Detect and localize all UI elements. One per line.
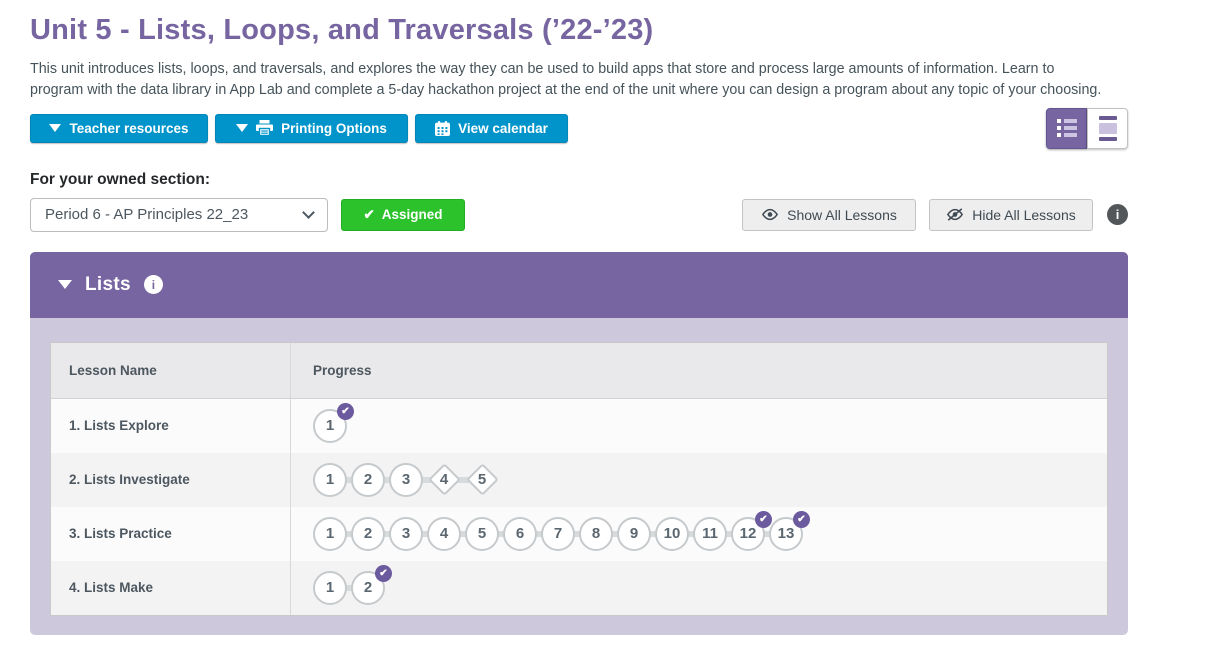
hide-all-lessons-label: Hide All Lessons [972, 207, 1076, 223]
level-bubble[interactable]: 6 [503, 517, 537, 551]
lesson-table-body: 1. Lists Explore1✔2. Lists Investigate12… [51, 399, 1107, 615]
assigned-label: Assigned [382, 207, 443, 222]
level-bubble[interactable]: 2 [351, 517, 385, 551]
calendar-icon [435, 121, 450, 136]
level-bubble[interactable]: 1 [313, 571, 347, 605]
unit-description: This unit introduces lists, loops, and t… [30, 59, 1108, 102]
column-header-lesson-name: Lesson Name [51, 343, 291, 398]
caret-down-icon [49, 124, 61, 132]
toolbar: Teacher resources Printing Options [30, 114, 1128, 149]
printer-icon [256, 120, 273, 136]
show-all-lessons-label: Show All Lessons [787, 207, 897, 223]
lesson-table-header: Lesson Name Progress [51, 343, 1107, 399]
level-bubble[interactable]: 3 [389, 517, 423, 551]
level-bubble[interactable]: 4 [427, 517, 461, 551]
lesson-group-body: Lesson Name Progress 1. Lists Explore1✔2… [30, 318, 1128, 635]
section-select-value: Period 6 - AP Principles 22_23 [45, 206, 248, 223]
lesson-table: Lesson Name Progress 1. Lists Explore1✔2… [50, 342, 1108, 616]
lesson-name-link[interactable]: 4. Lists Make [51, 561, 291, 615]
level-bubble[interactable]: 2 [351, 463, 385, 497]
info-icon[interactable]: i [1107, 204, 1128, 225]
level-bubble[interactable]: 5 [465, 463, 499, 497]
level-bubble[interactable]: 5 [465, 517, 499, 551]
list-view-toggle-button[interactable] [1046, 108, 1087, 149]
level-bubble[interactable]: 3 [389, 463, 423, 497]
lesson-progress-cell: 12✔ [291, 561, 1107, 615]
lesson-name-link[interactable]: 1. Lists Explore [51, 399, 291, 453]
progress-bubbles: 123456789101112✔13✔ [313, 517, 803, 551]
level-bubble[interactable]: 1 [313, 517, 347, 551]
level-bubble[interactable]: 7 [541, 517, 575, 551]
level-bubble[interactable]: 4 [427, 463, 461, 497]
lesson-name-link[interactable]: 2. Lists Investigate [51, 453, 291, 507]
column-header-progress: Progress [291, 343, 1107, 398]
page-title: Unit 5 - Lists, Loops, and Traversals (’… [30, 14, 1128, 47]
chevron-down-icon [302, 206, 315, 219]
hide-all-lessons-button[interactable]: Hide All Lessons [929, 199, 1093, 231]
lesson-progress-cell: 12345 [291, 453, 1107, 507]
lesson-group-info-icon[interactable]: i [144, 275, 163, 294]
level-bubble[interactable]: 8 [579, 517, 613, 551]
level-bubble[interactable]: 9 [617, 517, 651, 551]
view-calendar-label: View calendar [458, 121, 548, 136]
eye-icon [761, 208, 779, 221]
level-bubble[interactable]: 13✔ [769, 517, 803, 551]
detail-view-toggle-button[interactable] [1087, 108, 1128, 149]
printing-options-label: Printing Options [281, 121, 387, 136]
progress-bubbles: 1✔ [313, 409, 347, 443]
table-row: 3. Lists Practice 123456789101112✔13✔ [51, 507, 1107, 561]
caret-down-icon [236, 124, 248, 132]
completed-check-badge: ✔ [337, 403, 354, 420]
progress-bubbles: 12345 [313, 463, 499, 497]
lesson-group-header[interactable]: Lists i [30, 252, 1128, 318]
check-icon: ✔ [363, 207, 374, 223]
level-bubble[interactable]: 1 [313, 463, 347, 497]
lesson-name-link[interactable]: 3. Lists Practice [51, 507, 291, 561]
owned-section-label: For your owned section: [30, 171, 1128, 189]
table-row: 2. Lists Investigate 12345 [51, 453, 1107, 507]
table-row: 4. Lists Make 12✔ [51, 561, 1107, 615]
printing-options-button[interactable]: Printing Options [215, 114, 408, 143]
completed-check-badge: ✔ [793, 511, 810, 528]
lesson-progress-cell: 1✔ [291, 399, 1107, 453]
progress-bubbles: 12✔ [313, 571, 385, 605]
show-all-lessons-button[interactable]: Show All Lessons [742, 199, 916, 231]
level-bubble[interactable]: 10 [655, 517, 689, 551]
list-view-icon [1057, 119, 1077, 137]
page-content: Unit 5 - Lists, Loops, and Traversals (’… [30, 14, 1128, 635]
level-bubble[interactable]: 1✔ [313, 409, 347, 443]
section-controls: Period 6 - AP Principles 22_23 ✔ Assigne… [30, 198, 1128, 232]
level-bubble[interactable]: 11 [693, 517, 727, 551]
lesson-progress-cell: 123456789101112✔13✔ [291, 507, 1107, 561]
teacher-resources-button[interactable]: Teacher resources [30, 114, 208, 143]
table-row: 1. Lists Explore 1✔ [51, 399, 1107, 453]
view-mode-toggle [1046, 108, 1128, 149]
level-bubble[interactable]: 12✔ [731, 517, 765, 551]
collapse-triangle-icon [58, 280, 72, 289]
lesson-group-title: Lists [85, 274, 131, 296]
lesson-group-panel: Lists i Lesson Name Progress 1. Lists Ex… [30, 252, 1128, 635]
detail-view-icon [1099, 116, 1117, 141]
completed-check-badge: ✔ [375, 565, 392, 582]
teacher-resources-label: Teacher resources [69, 121, 188, 136]
assigned-button[interactable]: ✔ Assigned [341, 199, 465, 231]
eye-slash-icon [946, 208, 964, 221]
section-select-dropdown[interactable]: Period 6 - AP Principles 22_23 [30, 198, 328, 232]
view-calendar-button[interactable]: View calendar [415, 114, 568, 143]
level-bubble[interactable]: 2✔ [351, 571, 385, 605]
